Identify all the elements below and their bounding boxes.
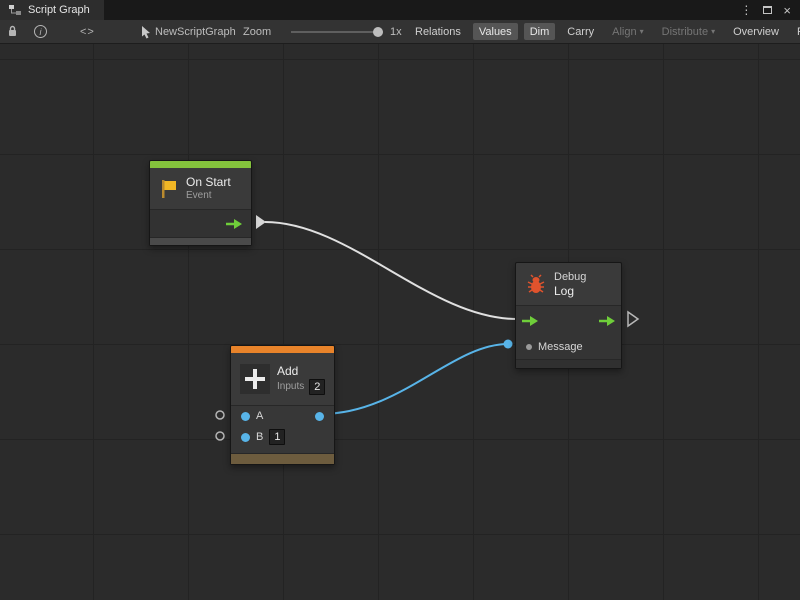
info-icon[interactable]: i: [34, 20, 47, 43]
toolbar-buttons: Relations Values Dim Carry Align ▾ Distr…: [409, 20, 800, 43]
toolbar-button-carry[interactable]: Carry: [561, 23, 600, 40]
node-add-header: Add Inputs 2: [231, 353, 334, 405]
toolbar-button-distribute[interactable]: Distribute ▾: [656, 23, 721, 40]
inputs-count-field[interactable]: 2: [309, 379, 325, 395]
port-b-value-field[interactable]: 1: [269, 429, 285, 445]
lock-icon[interactable]: [7, 20, 18, 43]
toolbar-button-overview[interactable]: Overview: [727, 23, 785, 40]
window-controls: ⋮ ×: [740, 0, 800, 20]
toolbar-button-relations[interactable]: Relations: [409, 23, 467, 40]
node-debug-log[interactable]: Debug Log Message: [515, 262, 622, 369]
wires-layer: [0, 44, 800, 600]
message-port-label: Message: [538, 341, 583, 353]
node-footer: [516, 359, 621, 368]
zoom-label: Zoom: [243, 20, 271, 43]
node-subtitle: Event: [186, 190, 231, 202]
toolbar-button-align-label: Align: [612, 26, 636, 38]
node-debug-message-row: Message: [516, 335, 621, 359]
node-debug-log-header: Debug Log: [516, 263, 621, 305]
node-subtitle: Log: [554, 284, 586, 299]
plus-icon: [240, 364, 270, 394]
code-icon[interactable]: <>: [80, 20, 95, 43]
graph-icon: [8, 4, 22, 16]
debug-output-external-stub[interactable]: [628, 312, 638, 326]
zoom-slider-track[interactable]: [291, 31, 383, 33]
control-wire-start-cap: [256, 215, 266, 229]
port-a-output[interactable]: [315, 412, 324, 421]
chevron-down-icon: ▾: [640, 28, 644, 36]
toolbar-button-dim[interactable]: Dim: [524, 23, 556, 40]
trigger-output-port[interactable]: [225, 218, 243, 230]
node-add[interactable]: Add Inputs 2 A B 1: [230, 345, 335, 465]
node-footer: [231, 453, 334, 464]
node-on-start-port-row: [150, 209, 251, 237]
message-input-port[interactable]: [526, 344, 532, 350]
node-add-port-a-row: A: [231, 405, 334, 426]
port-b-label: B: [256, 431, 263, 443]
titlebar: Script Graph ⋮ ×: [0, 0, 800, 20]
bug-icon: [525, 273, 547, 295]
zoom-slider-handle[interactable]: [373, 27, 383, 37]
node-debug-trigger-row: [516, 305, 621, 335]
toolbar-button-align[interactable]: Align ▾: [606, 23, 649, 40]
tab-script-graph[interactable]: Script Graph: [0, 0, 104, 20]
node-title: Add: [277, 364, 325, 379]
toolbar-button-fullscreen[interactable]: Full S: [791, 23, 800, 40]
menu-icon[interactable]: ⋮: [740, 4, 752, 16]
node-title: Debug: [554, 270, 586, 284]
pointer-icon: [140, 20, 152, 43]
toolbar-button-distribute-label: Distribute: [662, 26, 708, 38]
info-icon-glyph: i: [34, 25, 47, 38]
port-a-label: A: [256, 410, 263, 422]
event-accent-strip: [150, 161, 251, 168]
node-on-start-header: On Start Event: [150, 168, 251, 209]
toolbar: i <> NewScriptGraph Zoom 1x Relations Va…: [0, 20, 800, 44]
port-b-input[interactable]: [241, 433, 250, 442]
add-port-a-external-stub[interactable]: [216, 411, 224, 419]
zoom-slider[interactable]: [291, 20, 383, 43]
value-wire-end-cap: [504, 340, 513, 349]
tab-title: Script Graph: [28, 4, 90, 16]
chevron-down-icon: ▾: [711, 28, 715, 36]
graph-name-label[interactable]: NewScriptGraph: [155, 20, 236, 43]
add-port-b-external-stub[interactable]: [216, 432, 224, 440]
graph-canvas[interactable]: On Start Event: [0, 44, 800, 600]
value-wire[interactable]: [321, 344, 508, 414]
node-title: On Start: [186, 175, 231, 190]
toolbar-button-values[interactable]: Values: [473, 23, 518, 40]
zoom-value: 1x: [390, 20, 402, 43]
operator-accent-strip: [231, 346, 334, 353]
node-on-start[interactable]: On Start Event: [149, 160, 252, 246]
script-graph-window: Script Graph ⋮ × i <> NewScriptGraph Zoo…: [0, 0, 800, 600]
code-icon-glyph: <>: [80, 26, 95, 38]
node-add-port-b-row: B 1: [231, 426, 334, 448]
flag-icon: [159, 178, 179, 200]
inputs-label: Inputs: [277, 381, 304, 393]
control-wire[interactable]: [265, 222, 517, 319]
node-footer: [150, 237, 251, 245]
trigger-output-port[interactable]: [598, 315, 616, 327]
maximize-icon[interactable]: [763, 6, 772, 14]
trigger-input-port[interactable]: [521, 315, 539, 327]
close-icon[interactable]: ×: [783, 4, 791, 17]
port-a-input[interactable]: [241, 412, 250, 421]
